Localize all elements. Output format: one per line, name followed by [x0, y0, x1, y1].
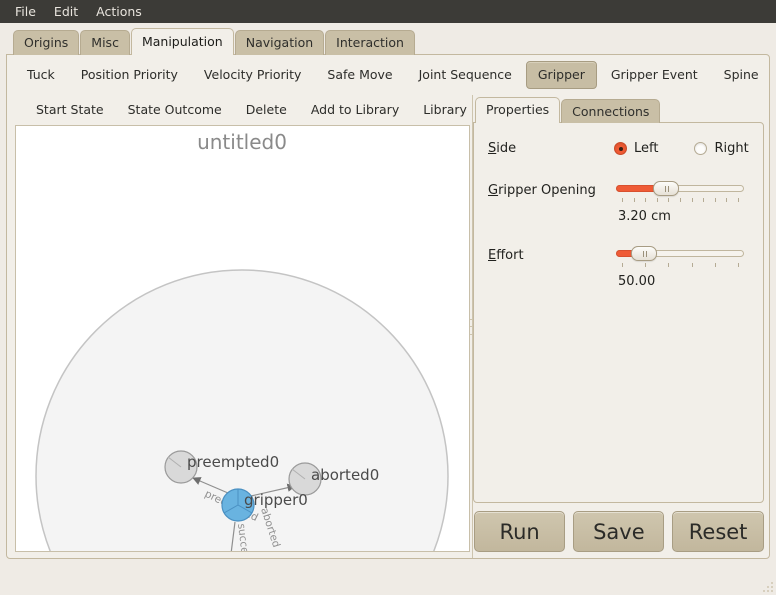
menu-item-edit[interactable]: Edit — [45, 2, 87, 22]
action-gripper-event[interactable]: Gripper Event — [599, 61, 710, 89]
radio-right-label: Right — [714, 141, 748, 156]
row-effort: Effort 50.00 — [488, 246, 749, 289]
gripper-opening-control: 3.20 cm — [614, 181, 749, 224]
effort-value: 50.00 — [618, 274, 744, 289]
tab-navigation[interactable]: Navigation — [235, 30, 324, 55]
tab-interaction[interactable]: Interaction — [325, 30, 415, 55]
label-gripper-opening-mnemonic: G — [488, 183, 498, 198]
manipulation-panel: Tuck Position Priority Velocity Priority… — [6, 54, 770, 559]
action-velocity-priority[interactable]: Velocity Priority — [192, 61, 314, 89]
tab-origins[interactable]: Origins — [13, 30, 79, 55]
gripper-opening-ticks — [616, 196, 744, 203]
label-effort-mnemonic: E — [488, 248, 496, 263]
tab-connections[interactable]: Connections — [561, 99, 660, 123]
action-spine[interactable]: Spine — [712, 61, 771, 89]
gripper-opening-slider-wrap: 3.20 cm — [616, 181, 744, 224]
side-radio-group: Left Right — [614, 139, 749, 156]
row-gripper-opening: Gripper Opening 3.20 cm — [488, 181, 749, 224]
action-type-toolbar: Tuck Position Priority Velocity Priority… — [7, 55, 769, 95]
properties-body: Side Left Right — [473, 122, 764, 503]
gripper-opening-value: 3.20 cm — [618, 209, 744, 224]
radio-left-label: Left — [634, 141, 658, 156]
graph-add-to-library[interactable]: Add to Library — [300, 97, 410, 122]
save-button[interactable]: Save — [573, 511, 664, 552]
node-label-preempted0: preempted0 — [187, 453, 279, 471]
category-tab-bar: Origins Misc Manipulation Navigation Int… — [6, 29, 770, 55]
effort-slider-wrap: 50.00 — [616, 246, 744, 289]
run-button[interactable]: Run — [474, 511, 565, 552]
label-effort-rest: ffort — [496, 248, 523, 263]
tab-properties[interactable]: Properties — [475, 97, 560, 123]
label-gripper-opening-rest: ripper Opening — [498, 183, 596, 198]
action-gripper[interactable]: Gripper — [526, 61, 597, 89]
node-label-aborted0: aborted0 — [311, 466, 379, 484]
action-position-priority[interactable]: Position Priority — [69, 61, 190, 89]
graph-library[interactable]: Library — [412, 97, 478, 122]
side-control: Left Right — [614, 139, 749, 156]
label-side: Side — [488, 139, 614, 157]
content-area: Start State State Outcome Delete Add to … — [7, 95, 769, 558]
action-safe-move[interactable]: Safe Move — [315, 61, 404, 89]
action-tuck[interactable]: Tuck — [15, 61, 67, 89]
graph-canvas[interactable]: untitled0 preempted aborted succeeded — [15, 125, 470, 552]
menu-bar: File Edit Actions — [0, 0, 776, 23]
radio-left[interactable]: Left — [614, 141, 658, 156]
effort-ticks — [616, 261, 744, 268]
effort-slider[interactable] — [616, 246, 744, 260]
effort-control: 50.00 — [614, 246, 749, 289]
state-machine-editor: Start State State Outcome Delete Add to … — [7, 95, 470, 558]
slider-handle[interactable] — [631, 246, 657, 261]
tab-misc[interactable]: Misc — [80, 30, 130, 55]
radio-dot-icon — [614, 142, 627, 155]
resize-grip-icon[interactable] — [759, 578, 773, 592]
radio-right[interactable]: Right — [694, 141, 748, 156]
row-side: Side Left Right — [488, 139, 749, 157]
label-effort: Effort — [488, 246, 614, 264]
main-window: Origins Misc Manipulation Navigation Int… — [0, 23, 776, 595]
node-label-gripper0: gripper0 — [244, 491, 308, 509]
properties-tab-bar: Properties Connections — [473, 97, 764, 123]
menu-item-file[interactable]: File — [6, 2, 45, 22]
graph-state-outcome[interactable]: State Outcome — [117, 97, 233, 122]
menu-item-actions[interactable]: Actions — [87, 2, 151, 22]
label-side-rest: ide — [496, 141, 516, 156]
action-buttons: Run Save Reset — [473, 511, 764, 552]
tab-manipulation[interactable]: Manipulation — [131, 28, 234, 55]
gripper-opening-slider[interactable] — [616, 181, 744, 195]
canvas-title: untitled0 — [197, 130, 287, 154]
graph-start-state[interactable]: Start State — [25, 97, 115, 122]
graph-svg: untitled0 preempted aborted succeeded — [16, 126, 469, 551]
properties-pane: Properties Connections Side — [473, 95, 772, 558]
slider-handle[interactable] — [653, 181, 679, 196]
graph-toolbar: Start State State Outcome Delete Add to … — [15, 95, 470, 123]
action-joint-sequence[interactable]: Joint Sequence — [407, 61, 524, 89]
reset-button[interactable]: Reset — [672, 511, 763, 552]
label-gripper-opening: Gripper Opening — [488, 181, 614, 199]
radio-dot-icon — [694, 142, 707, 155]
graph-delete[interactable]: Delete — [235, 97, 298, 122]
